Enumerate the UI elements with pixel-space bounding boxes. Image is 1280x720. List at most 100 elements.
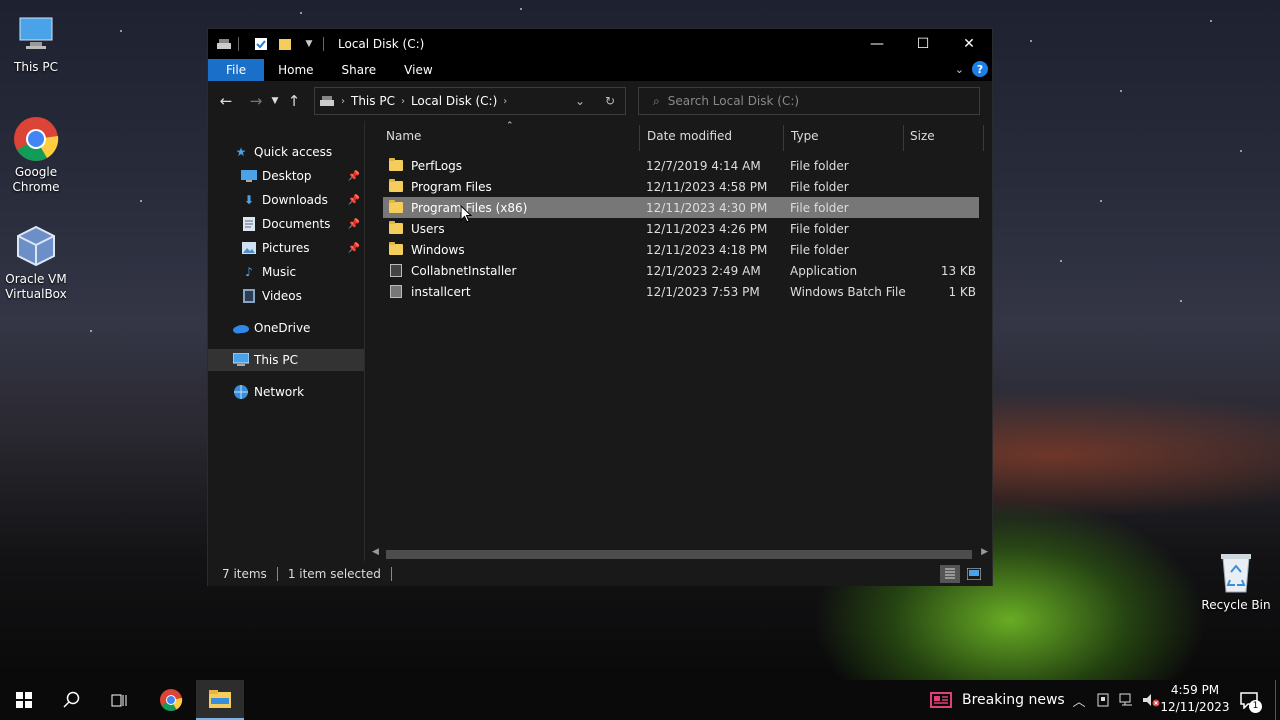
desktop-icon-chrome[interactable]: Google Chrome — [0, 115, 72, 195]
help-icon[interactable]: ? — [972, 61, 988, 77]
column-header-name[interactable]: Name — [386, 121, 636, 151]
column-divider[interactable] — [783, 125, 784, 151]
nav-item-documents[interactable]: Documents 📌 — [208, 213, 364, 235]
chevron-right-icon[interactable]: › — [401, 96, 405, 107]
nav-item-this-pc[interactable]: This PC — [208, 349, 364, 371]
close-button[interactable]: ✕ — [946, 29, 992, 59]
tab-share[interactable]: Share — [328, 59, 391, 81]
chrome-icon — [12, 115, 60, 163]
desktop-icon-recycle-bin[interactable]: Recycle Bin — [1200, 548, 1272, 613]
selection-count: 1 item selected — [287, 567, 381, 581]
nav-item-onedrive[interactable]: OneDrive — [208, 317, 364, 339]
nav-item-music[interactable]: ♪ Music — [208, 261, 364, 283]
file-row-collabnetinstaller[interactable]: CollabnetInstaller 12/1/2023 2:49 AM App… — [383, 260, 979, 281]
file-type: File folder — [790, 200, 849, 215]
this-pc-icon — [232, 351, 250, 369]
file-name: Users — [411, 221, 445, 236]
show-desktop-button[interactable] — [1275, 680, 1276, 720]
file-row-windows[interactable]: Windows 12/11/2023 4:18 PM File folder — [383, 239, 979, 260]
file-type: File folder — [790, 179, 849, 194]
task-view-button[interactable] — [96, 680, 144, 720]
minimize-button[interactable]: — — [854, 29, 900, 59]
navigation-bar: ← → ▼ ↑ › This PC › Local Disk (C:) › ⌄ … — [208, 81, 992, 121]
column-divider[interactable] — [903, 125, 904, 151]
folder-icon — [389, 200, 403, 213]
pin-icon[interactable]: 📌 — [348, 171, 360, 182]
videos-folder-icon — [240, 287, 258, 305]
file-name: Program Files — [411, 179, 492, 194]
chevron-down-icon[interactable]: ▼ — [301, 36, 317, 52]
expand-ribbon-icon[interactable]: ⌄ — [955, 63, 964, 76]
scroll-left-arrow[interactable]: ◀ — [372, 547, 379, 557]
large-icons-view-icon[interactable] — [964, 565, 984, 583]
nav-item-label: Music — [262, 265, 297, 279]
column-header-size[interactable]: Size — [910, 121, 980, 151]
taskbar-file-explorer[interactable] — [196, 680, 244, 720]
file-row-program-files[interactable]: Program Files 12/11/2023 4:58 PM File fo… — [383, 176, 979, 197]
horizontal-scrollbar[interactable]: ◀ ▶ — [366, 547, 992, 561]
nav-item-quick-access[interactable]: ★ Quick access — [208, 141, 364, 163]
pin-icon[interactable]: 📌 — [348, 243, 360, 254]
file-date: 12/11/2023 4:26 PM — [646, 221, 768, 236]
chevron-right-icon[interactable]: › — [503, 96, 507, 107]
up-button[interactable]: ↑ — [282, 89, 306, 113]
tab-view[interactable]: View — [390, 59, 446, 81]
network-adapter-icon[interactable] — [1092, 680, 1114, 720]
ethernet-icon[interactable] — [1116, 680, 1138, 720]
file-row-program-files-x86[interactable]: Program Files (x86) 12/11/2023 4:30 PM F… — [383, 197, 979, 218]
refresh-icon[interactable]: ↻ — [595, 94, 625, 108]
network-icon — [232, 383, 250, 401]
column-header-date-modified[interactable]: Date modified — [647, 121, 787, 151]
desktop-icon-virtualbox[interactable]: Oracle VM VirtualBox — [0, 222, 72, 302]
notification-center-button[interactable]: 1 — [1234, 680, 1264, 720]
desktop-icon-label: Google Chrome — [12, 165, 60, 194]
file-list: ⌃ Name Date modified Type Size PerfLogs … — [366, 121, 992, 561]
column-divider[interactable] — [983, 125, 984, 151]
nav-item-desktop[interactable]: Desktop 📌 — [208, 165, 364, 187]
column-divider[interactable] — [639, 125, 640, 151]
nav-item-network[interactable]: Network — [208, 381, 364, 403]
column-header-type[interactable]: Type — [791, 121, 901, 151]
address-bar[interactable]: › This PC › Local Disk (C:) › ⌄ ↻ — [314, 87, 626, 115]
file-row-installcert[interactable]: installcert 12/1/2023 7:53 PM Windows Ba… — [383, 281, 979, 302]
back-button[interactable]: ← — [214, 89, 238, 113]
file-date: 12/7/2019 4:14 AM — [646, 158, 761, 173]
drive-icon[interactable] — [216, 36, 232, 52]
news-widget[interactable]: Breaking news — [930, 680, 1065, 720]
recent-locations-button[interactable]: ▼ — [268, 89, 282, 113]
pin-icon[interactable]: 📌 — [348, 195, 360, 206]
scroll-right-arrow[interactable]: ▶ — [981, 547, 988, 557]
nav-item-videos[interactable]: Videos — [208, 285, 364, 307]
desktop-folder-icon — [240, 167, 258, 185]
file-type: File folder — [790, 242, 849, 257]
system-clock[interactable]: 4:59 PM 12/11/2023 — [1160, 682, 1230, 716]
taskbar-chrome[interactable] — [147, 680, 195, 720]
details-view-icon[interactable] — [940, 565, 960, 583]
clock-time: 4:59 PM — [1170, 683, 1220, 697]
address-history-dropdown[interactable]: ⌄ — [565, 94, 595, 108]
scrollbar-thumb[interactable] — [386, 550, 972, 559]
volume-muted-icon[interactable] — [1140, 680, 1162, 720]
tab-file[interactable]: File — [208, 59, 265, 81]
forward-button[interactable]: → — [244, 89, 268, 113]
search-box[interactable]: ⌕ Search Local Disk (C:) — [638, 87, 980, 115]
divider — [390, 567, 392, 581]
nav-item-downloads[interactable]: ⬇ Downloads 📌 — [208, 189, 364, 211]
desktop-icon-label: This PC — [14, 60, 58, 74]
breadcrumb-this-pc[interactable]: This PC — [351, 94, 395, 108]
folder-icon — [389, 242, 403, 255]
start-button[interactable] — [0, 680, 48, 720]
file-row-perflogs[interactable]: PerfLogs 12/7/2019 4:14 AM File folder — [383, 155, 979, 176]
chevron-right-icon[interactable]: › — [341, 96, 345, 107]
maximize-button[interactable]: ☐ — [900, 29, 946, 59]
file-row-users[interactable]: Users 12/11/2023 4:26 PM File folder — [383, 218, 979, 239]
tab-home[interactable]: Home — [264, 59, 327, 81]
nav-item-pictures[interactable]: Pictures 📌 — [208, 237, 364, 259]
breadcrumb-local-disk[interactable]: Local Disk (C:) — [411, 94, 497, 108]
desktop-icon-this-pc[interactable]: This PC — [0, 10, 72, 75]
new-folder-icon[interactable] — [277, 36, 293, 52]
search-button[interactable] — [48, 680, 96, 720]
properties-icon[interactable] — [253, 36, 269, 52]
pin-icon[interactable]: 📌 — [348, 219, 360, 230]
show-hidden-icons-chevron-icon[interactable]: ︿ — [1068, 680, 1090, 720]
